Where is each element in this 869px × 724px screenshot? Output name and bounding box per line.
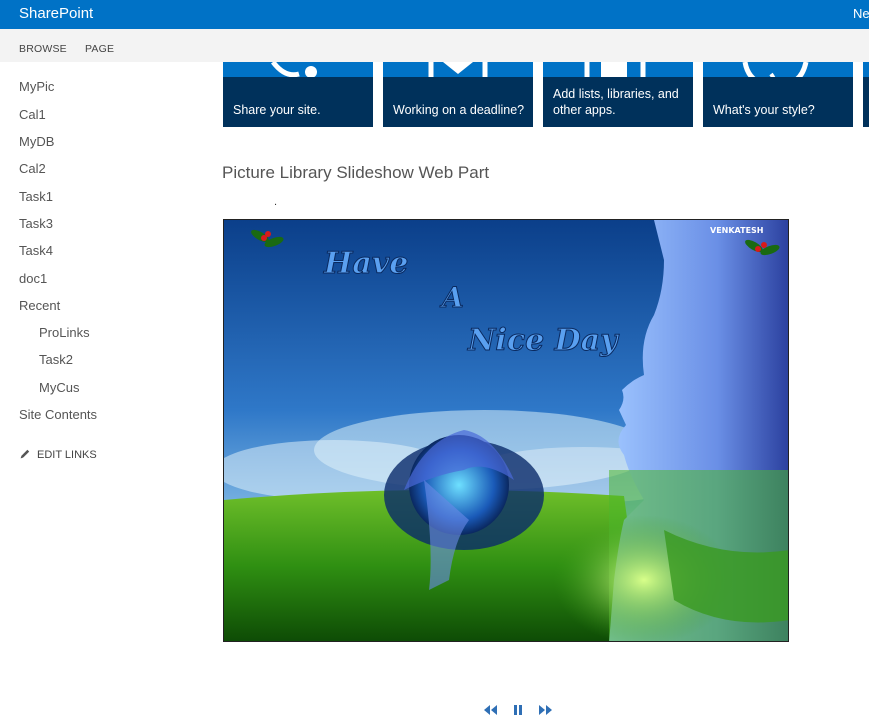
webpart-title: Picture Library Slideshow Web Part (222, 163, 490, 182)
greeting-line-2: A (439, 281, 464, 314)
webpart-dot: . (274, 196, 278, 208)
greeting-line-1: Have (323, 246, 408, 281)
tile-share-site[interactable]: Share your site. (223, 62, 373, 127)
tile-label: What's your style? (713, 103, 815, 117)
nav-item-mycus[interactable]: MyCus (39, 380, 79, 395)
tile-label: Add lists, libraries, and other apps. (553, 87, 679, 117)
nav-item-cal2[interactable]: Cal2 (19, 161, 46, 176)
nav-item-task2[interactable]: Task2 (39, 352, 73, 367)
nav-item-task3[interactable]: Task3 (19, 216, 53, 231)
edit-links-button[interactable]: EDIT LINKS (19, 448, 97, 461)
tile-label: Working on a deadline? (393, 103, 525, 117)
getting-started-tiles: Share your site. Working on a deadline? … (223, 62, 869, 127)
suite-bar-newsfeed-link[interactable]: Ne (853, 6, 869, 21)
nav-item-prolinks[interactable]: ProLinks (39, 325, 90, 340)
quick-launch: MyPic Cal1 MyDB Cal2 Task1 Task3 Task4 d… (0, 62, 200, 724)
tile-next-partial[interactable] (863, 62, 869, 127)
ribbon: BROWSE PAGE (0, 29, 869, 62)
ribbon-tab-page[interactable]: PAGE (85, 43, 114, 55)
tile-add-apps[interactable]: Add lists, libraries, and other apps. (543, 62, 693, 127)
tile-working-deadline[interactable]: Working on a deadline? (383, 62, 533, 127)
pencil-icon (20, 449, 30, 459)
slideshow-image[interactable]: Have A Nice Day VENKATESH (223, 219, 789, 642)
tile-whats-your-style[interactable]: What's your style? (703, 62, 853, 127)
pause-icon[interactable] (512, 702, 524, 718)
nav-item-task4[interactable]: Task4 (19, 243, 53, 258)
nav-item-site-contents[interactable]: Site Contents (19, 407, 97, 422)
nav-item-task1[interactable]: Task1 (19, 189, 53, 204)
suite-bar: SharePoint Ne (0, 0, 869, 29)
sharepoint-brand[interactable]: SharePoint (19, 5, 93, 22)
nav-item-mypic[interactable]: MyPic (19, 79, 54, 94)
nav-item-mydb[interactable]: MyDB (19, 134, 54, 149)
edit-links-label: EDIT LINKS (37, 449, 97, 461)
slideshow-controls (482, 702, 554, 718)
ribbon-tab-browse[interactable]: BROWSE (19, 43, 67, 55)
nav-item-doc1[interactable]: doc1 (19, 271, 47, 286)
next-icon[interactable] (536, 702, 554, 718)
image-watermark: VENKATESH (710, 226, 764, 235)
previous-icon[interactable] (482, 702, 500, 718)
nav-item-cal1[interactable]: Cal1 (19, 107, 46, 122)
slideshow-picture: Have A Nice Day VENKATESH (224, 220, 788, 641)
nav-item-recent[interactable]: Recent (19, 298, 60, 313)
tile-label: Share your site. (233, 103, 321, 117)
greeting-line-3: Nice Day (467, 323, 620, 358)
